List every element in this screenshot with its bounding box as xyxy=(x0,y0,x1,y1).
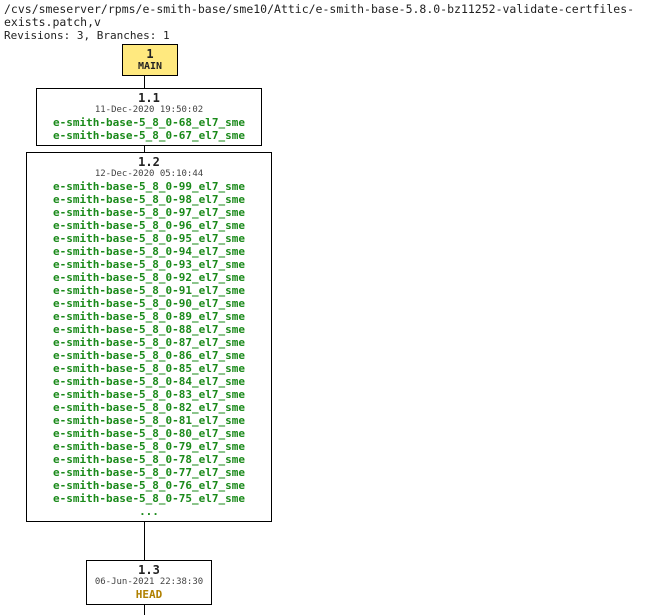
revision-tag: e-smith-base-5_8_0-95_el7_sme xyxy=(32,232,266,245)
revision-number: 1.3 xyxy=(92,563,206,577)
branch-box-main[interactable]: 1 MAIN xyxy=(122,44,178,76)
revision-tag: e-smith-base-5_8_0-98_el7_sme xyxy=(32,193,266,206)
revision-tags: e-smith-base-5_8_0-99_el7_smee-smith-bas… xyxy=(32,180,266,518)
revision-tag: e-smith-base-5_8_0-90_el7_sme xyxy=(32,297,266,310)
revision-tag: e-smith-base-5_8_0-89_el7_sme xyxy=(32,310,266,323)
revision-tag: e-smith-base-5_8_0-84_el7_sme xyxy=(32,375,266,388)
revision-tag: e-smith-base-5_8_0-81_el7_sme xyxy=(32,414,266,427)
revision-tag: e-smith-base-5_8_0-85_el7_sme xyxy=(32,362,266,375)
revision-tag: e-smith-base-5_8_0-92_el7_sme xyxy=(32,271,266,284)
revision-date: 12-Dec-2020 05:10:44 xyxy=(32,169,266,180)
revision-tag: e-smith-base-5_8_0-97_el7_sme xyxy=(32,206,266,219)
revision-tag: e-smith-base-5_8_0-86_el7_sme xyxy=(32,349,266,362)
revision-tag: e-smith-base-5_8_0-83_el7_sme xyxy=(32,388,266,401)
revision-date: 11-Dec-2020 19:50:02 xyxy=(42,105,256,116)
revision-tag: e-smith-base-5_8_0-76_el7_sme xyxy=(32,479,266,492)
revision-tag: e-smith-base-5_8_0-91_el7_sme xyxy=(32,284,266,297)
revision-node-1.1[interactable]: 1.1 11-Dec-2020 19:50:02 e-smith-base-5_… xyxy=(36,88,262,146)
branch-number: 1 xyxy=(128,47,172,61)
revision-tag: e-smith-base-5_8_0-75_el7_sme xyxy=(32,492,266,505)
revision-tag: e-smith-base-5_8_0-96_el7_sme xyxy=(32,219,266,232)
revision-tag: e-smith-base-5_8_0-80_el7_sme xyxy=(32,427,266,440)
file-header: /cvs/smeserver/rpms/e-smith-base/sme10/A… xyxy=(0,0,650,42)
revision-number: 1.1 xyxy=(42,91,256,105)
revision-tag: e-smith-base-5_8_0-77_el7_sme xyxy=(32,466,266,479)
revision-tag: e-smith-base-5_8_0-99_el7_sme xyxy=(32,180,266,193)
revision-tag: e-smith-base-5_8_0-82_el7_sme xyxy=(32,401,266,414)
revision-tag: e-smith-base-5_8_0-88_el7_sme xyxy=(32,323,266,336)
revision-tag: e-smith-base-5_8_0-94_el7_sme xyxy=(32,245,266,258)
revision-date: 06-Jun-2021 22:38:30 xyxy=(92,577,206,588)
file-path: /cvs/smeserver/rpms/e-smith-base/sme10/A… xyxy=(4,3,646,29)
branch-label: MAIN xyxy=(128,61,172,72)
revision-tag: e-smith-base-5_8_0-68_el7_sme xyxy=(42,116,256,129)
revision-tag: e-smith-base-5_8_0-79_el7_sme xyxy=(32,440,266,453)
revision-number: 1.2 xyxy=(32,155,266,169)
revisions-summary: Revisions: 3, Branches: 1 xyxy=(4,29,646,42)
revision-node-1.2[interactable]: 1.2 12-Dec-2020 05:10:44 e-smith-base-5_… xyxy=(26,152,272,522)
revision-tags-ellipsis: ... xyxy=(32,505,266,518)
revision-tag: e-smith-base-5_8_0-93_el7_sme xyxy=(32,258,266,271)
revision-tag: e-smith-base-5_8_0-67_el7_sme xyxy=(42,129,256,142)
revision-tags: e-smith-base-5_8_0-68_el7_smee-smith-bas… xyxy=(42,116,256,142)
revision-tag: e-smith-base-5_8_0-87_el7_sme xyxy=(32,336,266,349)
head-label: HEAD xyxy=(92,588,206,601)
revision-tag: e-smith-base-5_8_0-78_el7_sme xyxy=(32,453,266,466)
revision-node-1.3[interactable]: 1.3 06-Jun-2021 22:38:30 HEAD xyxy=(86,560,212,605)
